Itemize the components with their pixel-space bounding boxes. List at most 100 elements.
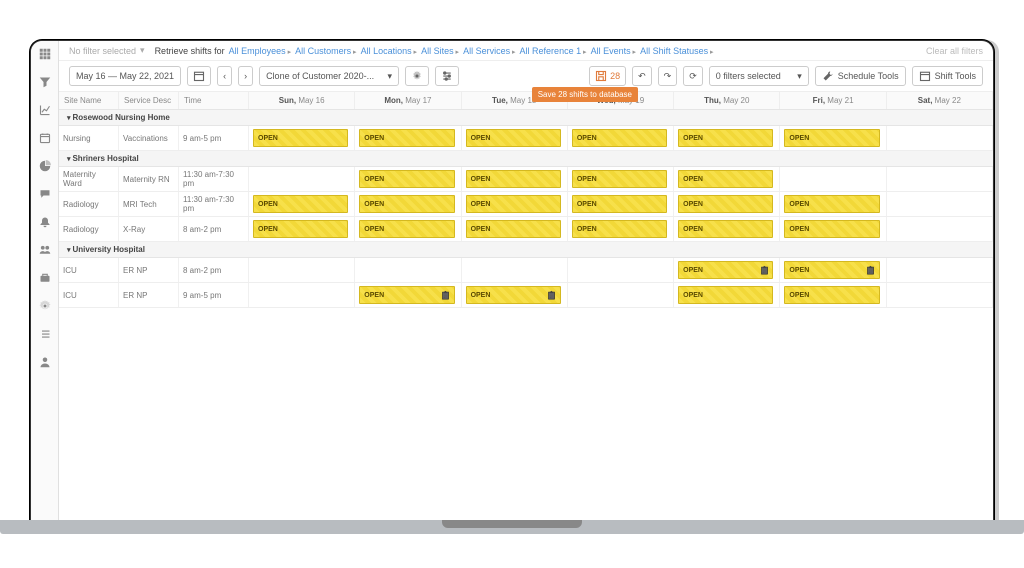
briefcase-icon[interactable] [38,271,52,285]
cell-time: 11:30 am-7:30 pm [179,192,249,216]
shift-open[interactable]: OPEN [359,286,454,304]
next-button[interactable]: › [238,66,253,86]
cell-service: Vaccinations [119,126,179,150]
shift-open[interactable]: OPEN [359,129,454,147]
group-header[interactable]: Rosewood Nursing Home [59,110,993,126]
list-icon[interactable] [38,327,52,341]
shift-open[interactable]: OPEN [784,261,879,279]
day-cell: OPEN [355,283,461,307]
shift-open[interactable]: OPEN [678,220,773,238]
prev-button[interactable]: ‹ [217,66,232,86]
bell-icon[interactable] [38,215,52,229]
clear-filters-link[interactable]: Clear all filters [926,46,983,56]
group-header[interactable]: University Hospital [59,242,993,258]
filter-events[interactable]: All Events [591,46,637,56]
shift-open[interactable]: OPEN [784,195,879,213]
day-cell: OPEN [462,192,568,216]
save-shifts-button[interactable]: 28 [589,66,626,86]
customer-dropdown[interactable]: Clone of Customer 2020-...▾ [259,66,399,86]
toolbar: May 16 — May 22, 2021 ‹ › Clone of Custo… [59,61,993,92]
user-icon[interactable] [38,355,52,369]
shift-open[interactable]: OPEN [678,286,773,304]
day-cell [887,283,993,307]
cell-site: Nursing [59,126,119,150]
undo-button[interactable]: ↶ [632,66,652,86]
cell-time: 8 am-2 pm [179,217,249,241]
chart-icon[interactable] [38,103,52,117]
chat-icon[interactable] [38,187,52,201]
shift-open[interactable]: OPEN [784,286,879,304]
day-cell [249,167,355,191]
calendar-icon[interactable] [38,131,52,145]
sliders-button[interactable] [435,66,459,86]
shift-tools-button[interactable]: Shift Tools [912,66,983,86]
filters-dropdown[interactable]: 0 filters selected▾ [709,66,809,86]
shift-open[interactable]: OPEN [253,195,348,213]
schedule-row: ICUER NP8 am-2 pmOPENOPEN [59,258,993,283]
shift-open[interactable]: OPEN [466,129,561,147]
shift-open[interactable]: OPEN [253,129,348,147]
day-cell: OPEN [462,217,568,241]
pie-icon[interactable] [38,159,52,173]
schedule-tools-button[interactable]: Schedule Tools [815,66,906,86]
schedule-grid: Site Name Service Desc Time Sun, May 16 … [59,92,993,520]
shift-open[interactable]: OPEN [466,170,561,188]
day-cell: OPEN [462,167,568,191]
filter-customers[interactable]: All Customers [295,46,356,56]
day-cell [462,258,568,282]
shift-open[interactable]: OPEN [572,170,667,188]
day-cell: OPEN [674,167,780,191]
shift-open[interactable]: OPEN [466,220,561,238]
day-cell [249,283,355,307]
day-cell: OPEN [780,283,886,307]
shift-open[interactable]: OPEN [678,170,773,188]
filter-services[interactable]: All Services [463,46,515,56]
date-range-picker[interactable]: May 16 — May 22, 2021 [69,66,181,86]
shift-open[interactable]: OPEN [572,220,667,238]
cell-site: Radiology [59,192,119,216]
cell-time: 9 am-5 pm [179,283,249,307]
shift-open[interactable]: OPEN [678,129,773,147]
day-cell: OPEN [355,217,461,241]
shift-open[interactable]: OPEN [784,220,879,238]
schedule-row: ICUER NP9 am-5 pmOPENOPENOPENOPEN [59,283,993,308]
day-cell: OPEN [249,192,355,216]
shift-open[interactable]: OPEN [466,286,561,304]
cell-time: 8 am-2 pm [179,258,249,282]
filter-statuses[interactable]: All Shift Statuses [640,46,714,56]
shift-open[interactable]: OPEN [572,195,667,213]
gear-icon[interactable] [38,299,52,313]
retrieve-label: Retrieve shifts for [155,46,225,56]
day-cell [887,126,993,150]
shift-open[interactable]: OPEN [253,220,348,238]
save-tooltip: Save 28 shifts to database [532,87,638,102]
apps-icon[interactable] [38,47,52,61]
filter-icon[interactable] [38,75,52,89]
cell-service: ER NP [119,283,179,307]
shift-open[interactable]: OPEN [678,195,773,213]
filter-sites[interactable]: All Sites [421,46,459,56]
col-time: Time [179,92,249,109]
settings-button[interactable] [405,66,429,86]
shift-open[interactable]: OPEN [466,195,561,213]
refresh-button[interactable]: ⟳ [683,66,703,86]
cell-service: MRI Tech [119,192,179,216]
filter-locations[interactable]: All Locations [361,46,418,56]
calendar-button[interactable] [187,66,211,86]
day-cell: OPEN [674,126,780,150]
group-header[interactable]: Shriners Hospital [59,151,993,167]
col-service: Service Desc [119,92,179,109]
shift-open[interactable]: OPEN [359,195,454,213]
shift-open[interactable]: OPEN [359,170,454,188]
shift-open[interactable]: OPEN [678,261,773,279]
day-cell [780,167,886,191]
filter-employees[interactable]: All Employees [229,46,292,56]
shift-open[interactable]: OPEN [572,129,667,147]
users-icon[interactable] [38,243,52,257]
redo-button[interactable]: ↷ [658,66,678,86]
shift-open[interactable]: OPEN [784,129,879,147]
shift-open[interactable]: OPEN [359,220,454,238]
filter-ref1[interactable]: All Reference 1 [520,46,587,56]
cell-site: ICU [59,258,119,282]
day-cell: OPEN [780,217,886,241]
